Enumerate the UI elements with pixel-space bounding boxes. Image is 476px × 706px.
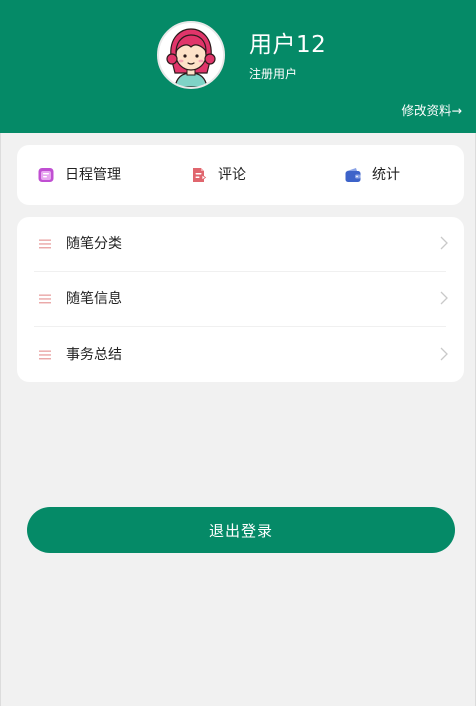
statistics-button[interactable]: 统计	[344, 145, 400, 205]
menu-item-label: 随笔分类	[66, 236, 122, 252]
chevron-right-icon	[440, 236, 448, 250]
schedule-management-button[interactable]: 日程管理	[37, 145, 121, 205]
comment-label: 评论	[218, 167, 246, 183]
username: 用户12	[249, 32, 327, 58]
menu-item-essay-info[interactable]: 随笔信息	[17, 272, 464, 327]
quick-actions-card: 日程管理 评论 统计	[17, 145, 464, 205]
document-edit-icon	[193, 168, 207, 182]
cartoon-girl-avatar-icon	[159, 23, 223, 87]
profile-header: 用户12 注册用户 修改资料→	[0, 0, 476, 133]
profile-page: 用户12 注册用户 修改资料→ 日程管理 评论 统计 随笔分类 随笔信息 事务总…	[0, 0, 476, 706]
chevron-right-icon	[440, 291, 448, 305]
user-role: 注册用户	[249, 67, 298, 81]
schedule-management-label: 日程管理	[65, 167, 121, 183]
calendar-icon	[38, 168, 54, 182]
wallet-icon	[345, 168, 361, 182]
row-divider	[34, 326, 446, 327]
menu-item-label: 随笔信息	[66, 291, 122, 307]
menu-item-essay-category[interactable]: 随笔分类	[17, 217, 464, 272]
avatar[interactable]	[157, 21, 225, 89]
menu-item-affairs-summary[interactable]: 事务总结	[17, 328, 464, 383]
statistics-label: 统计	[372, 167, 400, 183]
comment-button[interactable]: 评论	[190, 145, 246, 205]
menu-lines-icon	[39, 294, 51, 304]
menu-lines-icon	[39, 239, 51, 249]
logout-button[interactable]: 退出登录	[27, 507, 455, 553]
menu-list-card: 随笔分类 随笔信息 事务总结	[17, 217, 464, 382]
menu-item-label: 事务总结	[66, 347, 122, 363]
chevron-right-icon	[440, 347, 448, 361]
menu-lines-icon	[39, 350, 51, 360]
edit-profile-link[interactable]: 修改资料→	[402, 102, 462, 120]
